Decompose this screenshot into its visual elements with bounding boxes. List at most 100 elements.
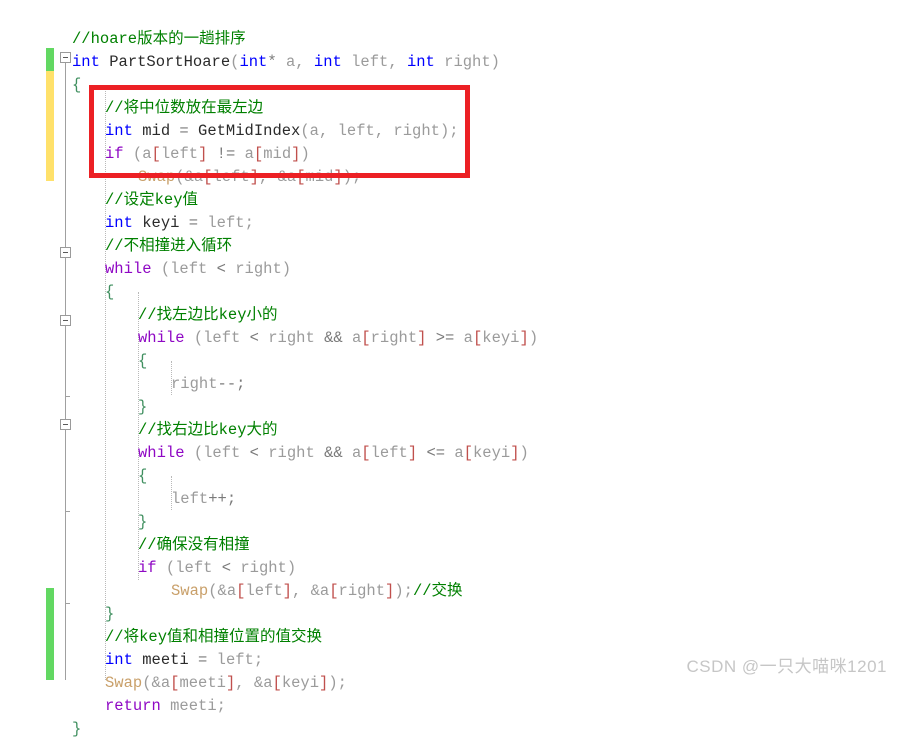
code-token-brk: ] [510, 444, 520, 462]
code-token-op: < [207, 260, 236, 278]
code-token-var: a [193, 168, 204, 186]
code-token-pun: ) [528, 329, 539, 347]
code-token-brk: [ [272, 674, 282, 692]
code-token-brk: [ [253, 145, 264, 163]
code-line[interactable]: { [105, 281, 114, 304]
code-text-area[interactable]: //hoare版本的一趟排序 int PartSortHoare(int* a, … [0, 0, 905, 738]
code-token-brk: [ [361, 444, 371, 462]
code-token-var: keyi [482, 329, 520, 347]
code-line[interactable]: if (a[left] != a[mid]) [105, 143, 310, 166]
code-token-var: left [337, 122, 375, 140]
code-line[interactable]: Swap(&a[meeti], &a[keyi]); [105, 672, 347, 695]
code-line[interactable]: //不相撞进入循环 [105, 235, 232, 258]
code-token-var: left [245, 582, 283, 600]
code-line[interactable]: return meeti; [105, 695, 226, 718]
code-token-brk: ] [198, 145, 208, 163]
code-token-var: meeti [170, 697, 217, 715]
code-token-fn: Swap [171, 582, 209, 600]
code-token-kw: int [406, 53, 435, 71]
code-token-pun [342, 53, 351, 71]
code-token-var: right [235, 260, 282, 278]
code-line[interactable]: { [138, 350, 147, 373]
code-token-brk: [ [151, 145, 161, 163]
code-token-op: && [314, 444, 352, 462]
code-token-pun [133, 122, 142, 140]
code-token-brk: ] [385, 582, 395, 600]
code-token-pun: ( [184, 329, 204, 347]
code-line[interactable]: //将key值和相撞位置的值交换 [105, 626, 322, 649]
code-line[interactable]: while (left < right && a[right] >= a[key… [138, 327, 538, 350]
code-token-var: a [142, 145, 152, 163]
code-token-kw: int [72, 53, 100, 71]
code-token-def: keyi [142, 214, 180, 232]
code-token-pun: ( [151, 260, 171, 278]
code-token-var: right [171, 375, 218, 393]
code-line[interactable]: //找左边比key小的 [138, 304, 278, 327]
code-line[interactable]: while (left < right) [105, 258, 291, 281]
code-line[interactable]: if (left < right) [138, 557, 296, 580]
code-token-var: keyi [281, 674, 320, 692]
code-token-var: right [268, 444, 315, 462]
code-token-var: left [370, 444, 408, 462]
code-token-var: mid [305, 168, 334, 186]
code-token-var: a [351, 444, 362, 462]
code-token-cmt: //hoare版本的一趟排序 [72, 30, 246, 48]
code-line[interactable]: } [138, 511, 147, 534]
code-token-cmt: //将key值和相撞位置的值交换 [105, 628, 323, 646]
code-token-var: a [263, 674, 273, 692]
code-token-var: a [285, 53, 296, 71]
code-line[interactable]: } [105, 603, 114, 626]
code-token-brk: ] [225, 674, 236, 692]
code-line[interactable]: int keyi = left; [105, 212, 254, 235]
code-token-pun: ( [123, 145, 143, 163]
code-line[interactable]: } [72, 718, 81, 741]
code-line[interactable]: //确保没有相撞 [138, 534, 250, 557]
code-line[interactable]: while (left < right && a[left] <= a[keyi… [138, 442, 529, 465]
code-token-def: mid [142, 122, 171, 140]
code-token-brace: } [72, 720, 82, 738]
code-line[interactable]: //将中位数放在最左边 [105, 97, 263, 120]
code-token-pun: , & [291, 582, 320, 600]
code-token-brk: [ [329, 582, 339, 600]
code-token-ctl: while [138, 444, 185, 462]
code-token-pun: ); [394, 582, 413, 600]
code-token-kw: int [239, 53, 268, 71]
code-token-var: left [207, 214, 245, 232]
code-token-pun: ); [342, 168, 362, 186]
code-token-pun [133, 651, 142, 669]
code-token-pun: ; [244, 214, 254, 232]
code-token-ctl: if [138, 559, 157, 577]
code-token-kw: int [105, 651, 133, 669]
code-editor[interactable]: //hoare版本的一趟排序 int PartSortHoare(int* a, … [0, 0, 905, 738]
code-line[interactable]: { [138, 465, 147, 488]
code-line[interactable]: Swap(&a[left], &a[right]);//交换 [171, 580, 463, 603]
code-token-cmt: //交换 [412, 582, 463, 600]
code-token-pun [161, 697, 170, 715]
code-token-var: left [160, 145, 199, 163]
code-token-cmt: //设定key值 [105, 191, 199, 209]
code-line[interactable]: Swap(&a[left], &a[mid]); [138, 166, 361, 189]
code-line[interactable]: right--; [171, 373, 245, 396]
code-token-kw: int [105, 214, 133, 232]
code-token-var: left [203, 329, 241, 347]
code-token-brk: [ [361, 329, 371, 347]
code-token-var: right [240, 559, 287, 577]
code-token-pun: ); [328, 674, 347, 692]
code-line[interactable]: int mid = GetMidIndex(a, left, right); [105, 120, 459, 143]
code-token-pun [133, 214, 142, 232]
code-token-var: a [244, 145, 254, 163]
code-line[interactable]: left++; [171, 488, 236, 511]
code-token-brk: ] [333, 168, 343, 186]
code-token-pun: ( [300, 122, 310, 140]
code-token-brk: ] [319, 674, 329, 692]
code-line[interactable]: //找右边比key大的 [138, 419, 278, 442]
code-line[interactable]: int PartSortHoare(int* a, int left, int … [72, 51, 500, 74]
code-line[interactable]: //设定key值 [105, 189, 198, 212]
code-token-var: left [351, 53, 389, 71]
code-line[interactable]: //hoare版本的一趟排序 [72, 28, 246, 51]
code-token-var: a [309, 122, 319, 140]
code-token-fn: Swap [138, 168, 176, 186]
code-line[interactable]: } [138, 396, 147, 419]
code-line[interactable]: { [72, 74, 81, 97]
code-line[interactable]: int meeti = left; [105, 649, 263, 672]
